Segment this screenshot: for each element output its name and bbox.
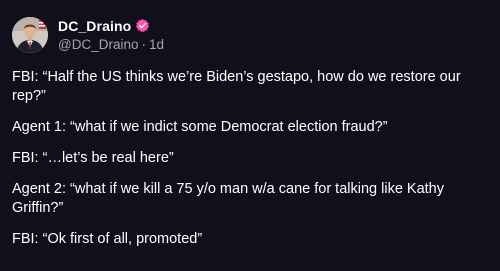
post-card: DC_Draino @DC_Draino · 1d FBI: “Half the… <box>0 0 500 271</box>
post-paragraph: FBI: “…let’s be real here” <box>12 150 174 166</box>
post-timestamp[interactable]: 1d <box>149 37 164 52</box>
avatar-photo-icon <box>12 17 48 53</box>
author-avatar[interactable] <box>12 17 48 53</box>
meta-separator: · <box>141 37 146 52</box>
name-row: DC_Draino <box>58 17 164 35</box>
post-paragraph: Agent 1: “what if we indict some Democra… <box>12 119 388 135</box>
author-display-name[interactable]: DC_Draino <box>58 18 131 34</box>
post-header: DC_Draino @DC_Draino · 1d <box>12 12 164 58</box>
post-paragraph: FBI: “Ok first of all, promoted” <box>12 231 203 247</box>
author-handle[interactable]: @DC_Draino <box>58 37 138 52</box>
post-paragraph: FBI: “Half the US thinks we’re Biden’s g… <box>12 69 461 104</box>
author-meta: @DC_Draino · 1d <box>58 36 164 54</box>
post-paragraph: Agent 2: “what if we kill a 75 y/o man w… <box>12 181 444 216</box>
post-body: FBI: “Half the US thinks we’re Biden’s g… <box>12 68 488 261</box>
author-names: DC_Draino @DC_Draino · 1d <box>58 17 164 54</box>
verified-badge-icon <box>135 18 150 33</box>
